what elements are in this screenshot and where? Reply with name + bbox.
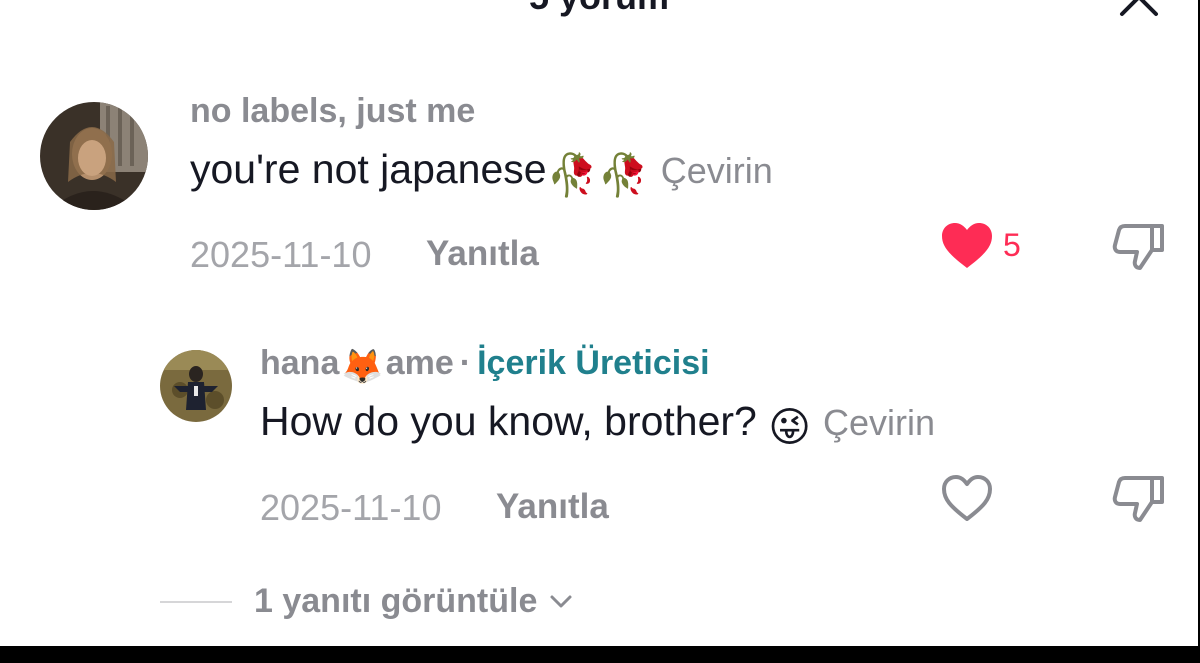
divider-line	[160, 600, 232, 603]
reply-avatar[interactable]	[160, 350, 232, 422]
sheet-title: 5 yorum	[0, 0, 1198, 18]
avatar-photo	[40, 102, 148, 210]
dislike-icon	[1112, 224, 1164, 270]
like-count: 5	[1003, 227, 1021, 263]
reply-like-button[interactable]	[940, 474, 994, 527]
comment-username[interactable]: no labels, just me	[190, 92, 475, 131]
reply-username-part1: hana	[260, 344, 340, 382]
comment-emoji: 🥀🥀	[546, 152, 649, 198]
separator-dot: ·	[459, 344, 472, 382]
reply-avatar-photo	[160, 350, 232, 422]
reply-emoji: 😜	[768, 404, 812, 450]
reply-translate-button[interactable]: Çevirin	[823, 402, 935, 443]
reply-text-content: How do you know, brother?	[260, 398, 757, 444]
comment-text-content: you're not japanese	[190, 146, 547, 192]
reply-username-part2: ame	[385, 344, 454, 382]
chevron-down-icon	[550, 595, 572, 607]
comments-sheet: 5 yorum no labels, just me you're not ja…	[0, 0, 1200, 646]
creator-badge: İçerik Üreticisi	[477, 344, 710, 382]
like-button[interactable]	[940, 222, 994, 275]
heart-outline-icon	[942, 475, 992, 521]
reply-button[interactable]: Yanıtla	[426, 234, 539, 274]
avatar[interactable]	[40, 102, 148, 210]
dislike-button[interactable]	[1112, 222, 1166, 277]
heart-icon	[942, 223, 992, 268]
reply-reply-button[interactable]: Yanıtla	[496, 487, 609, 527]
comment-date: 2025-11-10	[190, 234, 372, 275]
translate-button[interactable]: Çevirin	[661, 150, 773, 191]
close-icon	[1120, 0, 1158, 16]
reply-text: How do you know, brother? 😜 Çevirin	[260, 398, 935, 451]
reply-date: 2025-11-10	[260, 487, 442, 528]
view-replies-label: 1 yanıtı görüntüle	[254, 582, 538, 620]
comment-text: you're not japanese🥀🥀 Çevirin	[190, 146, 773, 200]
fox-emoji: 🦊	[341, 348, 384, 386]
dislike-icon	[1112, 476, 1164, 522]
reply-username[interactable]: hana🦊ame · İçerik Üreticisi	[260, 344, 710, 387]
view-replies-button[interactable]: 1 yanıtı görüntüle	[160, 582, 573, 621]
reply-dislike-button[interactable]	[1112, 474, 1166, 529]
close-button[interactable]	[1116, 0, 1162, 20]
